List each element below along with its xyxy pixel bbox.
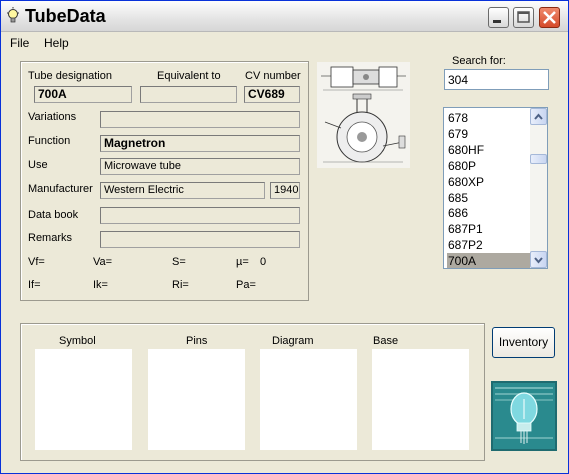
databook-label: Data book	[28, 209, 79, 221]
scroll-down-button[interactable]	[530, 251, 547, 268]
mu-label: µ=	[236, 256, 249, 268]
ri-label: Ri=	[172, 279, 189, 291]
symbol-image-box	[35, 349, 132, 450]
title-bar[interactable]: TubeData	[1, 1, 568, 32]
tube-listbox[interactable]: 678 679 680HF 680P 680XP 685 686 687P1 687P2 700A	[443, 107, 548, 269]
list-item[interactable]: 685	[447, 190, 530, 206]
window-title: TubeData	[25, 6, 106, 26]
search-label: Search for:	[452, 55, 506, 67]
diagram-image-box	[260, 349, 357, 450]
minimize-button[interactable]	[488, 7, 509, 28]
close-icon	[543, 11, 556, 24]
designation-field[interactable]: 700A	[34, 86, 132, 103]
scroll-thumb[interactable]	[530, 154, 547, 164]
list-item[interactable]: 680P	[447, 158, 530, 174]
listbox-scrollbar[interactable]	[530, 108, 547, 268]
pins-label: Pins	[186, 335, 208, 347]
vf-label: Vf=	[28, 256, 45, 268]
menu-file[interactable]: File	[10, 36, 29, 50]
maximize-button[interactable]	[513, 7, 534, 28]
function-label: Function	[28, 135, 71, 147]
cv-number-label: CV number	[245, 70, 301, 82]
variations-label: Variations	[28, 111, 77, 123]
remarks-field[interactable]	[100, 231, 300, 248]
variations-field[interactable]	[100, 111, 300, 128]
remarks-label: Remarks	[28, 232, 73, 244]
designation-label: Tube designation	[28, 70, 112, 82]
minimize-icon	[493, 20, 501, 23]
scroll-down-icon	[534, 257, 543, 264]
function-field[interactable]: Magnetron	[100, 135, 300, 152]
equivalent-field[interactable]	[140, 86, 237, 103]
close-button[interactable]	[539, 7, 560, 28]
list-item[interactable]: 679	[447, 126, 530, 142]
list-item[interactable]: 686	[447, 205, 530, 221]
list-item[interactable]: 687P1	[447, 221, 530, 237]
equivalent-label: Equivalent to	[157, 70, 221, 82]
manufacturer-label: Manufacturer	[28, 183, 93, 195]
ik-label: Ik=	[93, 279, 108, 291]
tube-drawing-image	[317, 62, 410, 168]
s-label: S=	[172, 256, 186, 268]
diagram-label: Diagram	[272, 335, 314, 347]
list-item[interactable]: 687P2	[447, 237, 530, 253]
year-field[interactable]: 1940	[270, 182, 300, 199]
base-label: Base	[373, 335, 399, 347]
list-item[interactable]: 680HF	[447, 142, 530, 158]
list-item[interactable]: 678	[447, 110, 530, 126]
manufacturer-field[interactable]: Western Electric	[100, 182, 265, 199]
list-item[interactable]: 680XP	[447, 174, 530, 190]
use-label: Use	[28, 159, 48, 171]
symbol-label: Symbol	[59, 335, 96, 347]
if-label: If=	[28, 279, 41, 291]
tube-logo-image[interactable]	[491, 381, 557, 451]
mu-value: 0	[260, 256, 267, 268]
pins-image-box	[148, 349, 245, 450]
va-label: Va=	[93, 256, 113, 268]
bulb-icon	[7, 7, 19, 23]
menu-help[interactable]: Help	[44, 36, 69, 50]
inventory-button[interactable]: Inventory	[492, 327, 555, 358]
databook-field[interactable]	[100, 207, 300, 224]
pa-label: Pa=	[236, 279, 256, 291]
search-input[interactable]: 304	[444, 69, 549, 90]
scroll-up-button[interactable]	[530, 108, 547, 125]
list-item-selected[interactable]: 700A	[447, 253, 530, 268]
use-field[interactable]: Microwave tube	[100, 158, 300, 175]
base-image-box	[372, 349, 469, 450]
app-window: TubeData File Help Tube designation Equi…	[0, 0, 569, 474]
cv-number-field[interactable]: CV689	[244, 86, 300, 103]
scroll-up-icon	[534, 113, 543, 120]
maximize-icon	[517, 11, 530, 23]
menu-bar: File Help	[1, 32, 568, 52]
